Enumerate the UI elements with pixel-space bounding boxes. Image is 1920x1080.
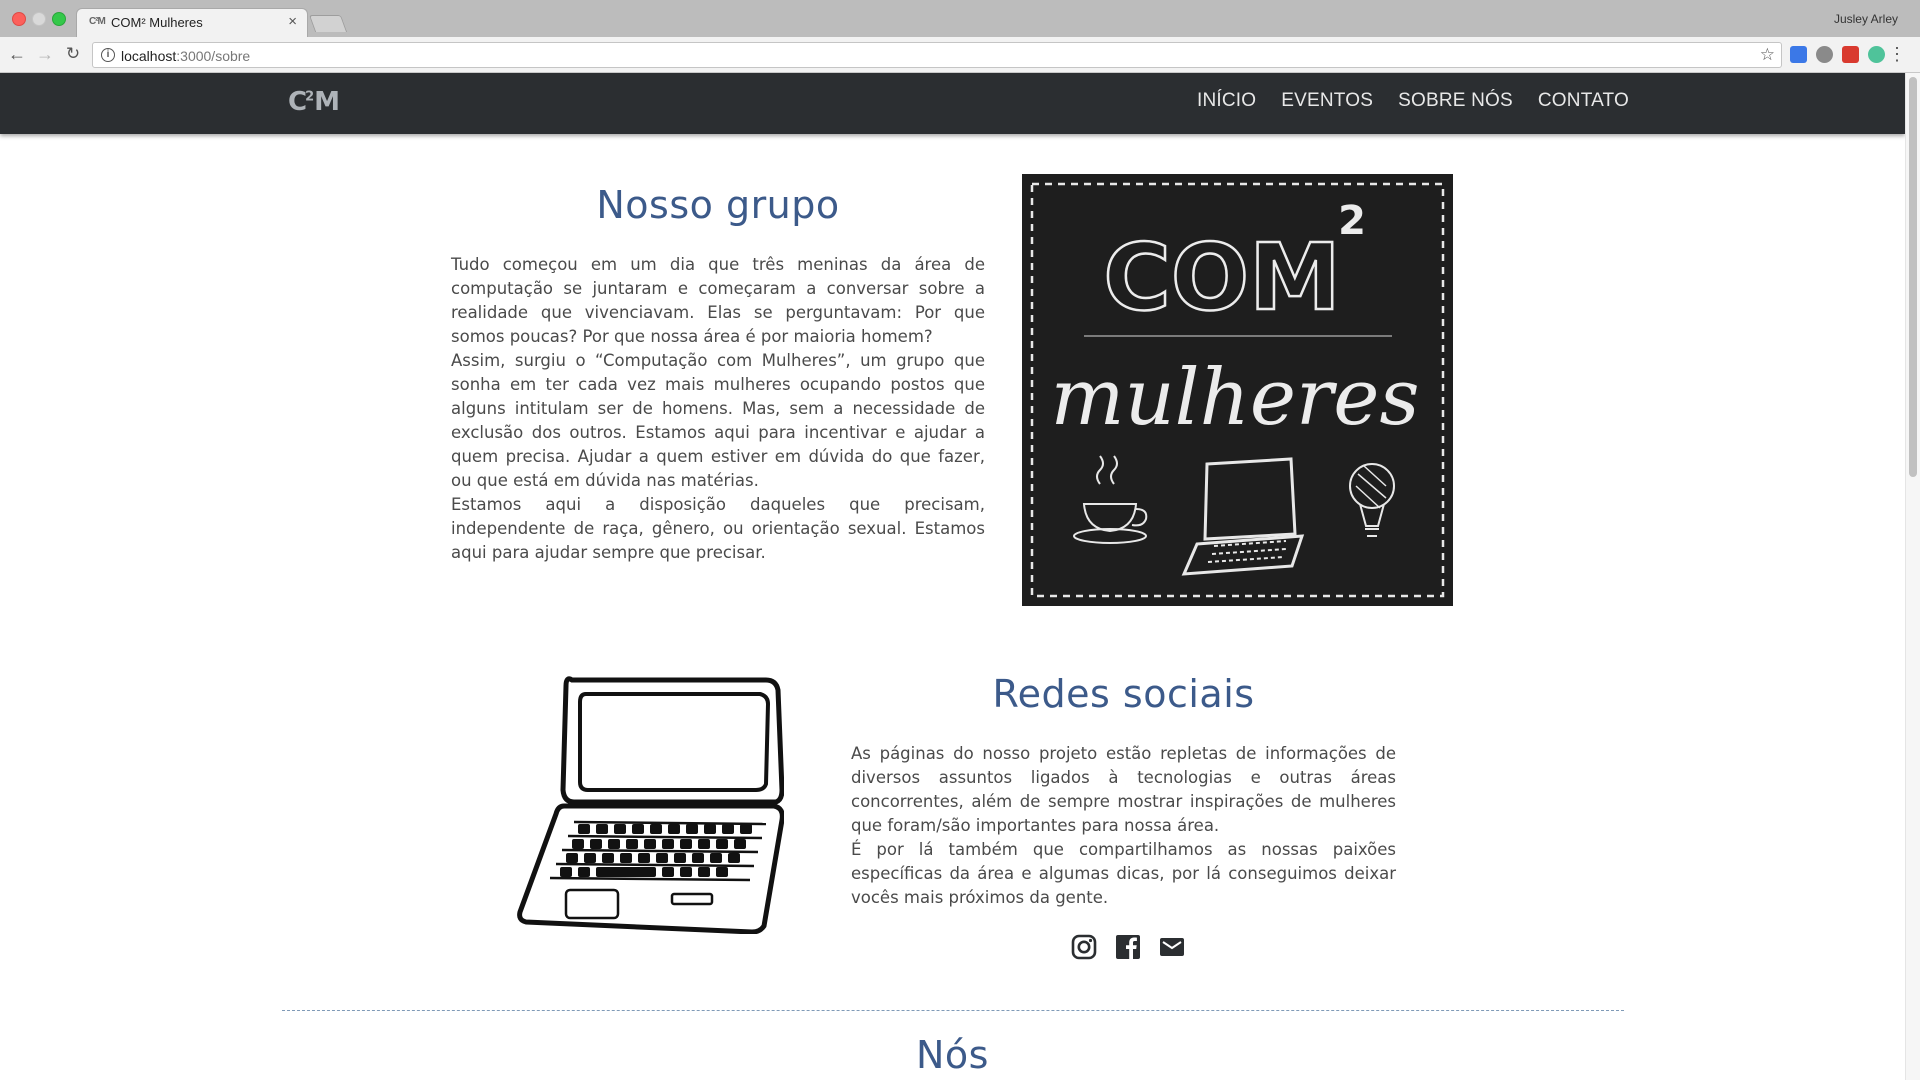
section-divider bbox=[282, 1010, 1624, 1011]
nav-link-inicio[interactable]: INÍCIO bbox=[1197, 90, 1256, 112]
email-icon[interactable] bbox=[1158, 933, 1186, 961]
back-icon[interactable]: ← bbox=[6, 43, 28, 65]
browser-titlebar: C²M COM² Mulheres × Jusley Arley bbox=[0, 0, 1920, 37]
facebook-icon[interactable] bbox=[1114, 933, 1142, 961]
translate-extension-icon[interactable] bbox=[1790, 46, 1807, 63]
social-section: Redes sociais As páginas do nosso projet… bbox=[851, 672, 1396, 910]
group-paragraph: Estamos aqui a disposição daqueles que p… bbox=[451, 495, 985, 562]
forward-icon[interactable]: → bbox=[34, 43, 56, 65]
group-paragraph: Tudo começou em um dia que três meninas … bbox=[451, 255, 985, 346]
tab-title: COM² Mulheres bbox=[111, 15, 203, 30]
page-content: C2M INÍCIO EVENTOS SOBRE NÓS CONTATO Nos… bbox=[0, 73, 1905, 1080]
scrollbar-thumb[interactable] bbox=[1909, 77, 1917, 477]
tab-close-icon[interactable]: × bbox=[288, 13, 297, 30]
site-nav-links: INÍCIO EVENTOS SOBRE NÓS CONTATO bbox=[1197, 90, 1629, 112]
tab-favicon-icon: C²M bbox=[89, 16, 106, 27]
pdf-extension-icon[interactable] bbox=[1842, 46, 1859, 63]
laptop-sketch-image bbox=[517, 676, 784, 934]
page-scrollbar[interactable] bbox=[1905, 73, 1920, 1080]
close-window-button[interactable] bbox=[12, 12, 26, 26]
extension-icon[interactable] bbox=[1868, 46, 1885, 63]
nos-title: Nós bbox=[916, 1033, 989, 1077]
bookmark-star-icon[interactable]: ☆ bbox=[1760, 45, 1775, 65]
site-logo[interactable]: C2M bbox=[288, 87, 340, 117]
new-tab-button[interactable] bbox=[308, 15, 348, 32]
info-icon[interactable]: i bbox=[101, 48, 115, 62]
maximize-window-button[interactable] bbox=[52, 12, 66, 26]
profile-name[interactable]: Jusley Arley bbox=[1834, 12, 1898, 26]
url-text[interactable]: localhost:3000/sobre bbox=[121, 48, 250, 64]
group-title: Nosso grupo bbox=[596, 183, 840, 227]
logo-text: C bbox=[288, 87, 307, 117]
site-navbar: C2M INÍCIO EVENTOS SOBRE NÓS CONTATO bbox=[0, 73, 1905, 134]
instagram-icon[interactable] bbox=[1070, 933, 1098, 961]
social-paragraph: As páginas do nosso projeto estão replet… bbox=[851, 744, 1396, 835]
logo-text-tail: M bbox=[314, 87, 340, 117]
nav-link-contato[interactable]: CONTATO bbox=[1538, 90, 1629, 112]
extension-icon[interactable] bbox=[1816, 46, 1833, 63]
social-paragraph: É por lá também que compartilhamos as no… bbox=[851, 840, 1396, 907]
minimize-window-button[interactable] bbox=[32, 12, 46, 26]
browser-menu-icon[interactable]: ⋮ bbox=[1888, 43, 1906, 65]
board-word-mulheres: mulheres bbox=[1050, 353, 1419, 443]
url-path: :3000/sobre bbox=[176, 48, 251, 64]
social-icons bbox=[1070, 933, 1186, 961]
com2-mulheres-logo-image: COM 2 mulheres bbox=[1022, 174, 1453, 606]
group-section: Nosso grupo Tudo começou em um dia que t… bbox=[451, 183, 985, 565]
browser-tab[interactable]: C²M COM² Mulheres × bbox=[76, 8, 308, 37]
nav-link-eventos[interactable]: EVENTOS bbox=[1281, 90, 1373, 112]
address-bar[interactable]: i localhost:3000/sobre ☆ bbox=[92, 42, 1782, 68]
nav-link-sobre-nos[interactable]: SOBRE NÓS bbox=[1398, 90, 1513, 112]
social-title: Redes sociais bbox=[992, 672, 1255, 716]
board-superscript: 2 bbox=[1338, 198, 1366, 244]
url-host: localhost bbox=[121, 48, 177, 64]
browser-toolbar: ← → ↻ i localhost:3000/sobre ☆ ⋮ bbox=[0, 37, 1920, 73]
group-paragraph: Assim, surgiu o “Computação com Mulheres… bbox=[451, 351, 985, 490]
reload-icon[interactable]: ↻ bbox=[62, 43, 84, 65]
logo-sup: 2 bbox=[305, 89, 315, 105]
board-word-com: COM bbox=[1103, 224, 1340, 331]
